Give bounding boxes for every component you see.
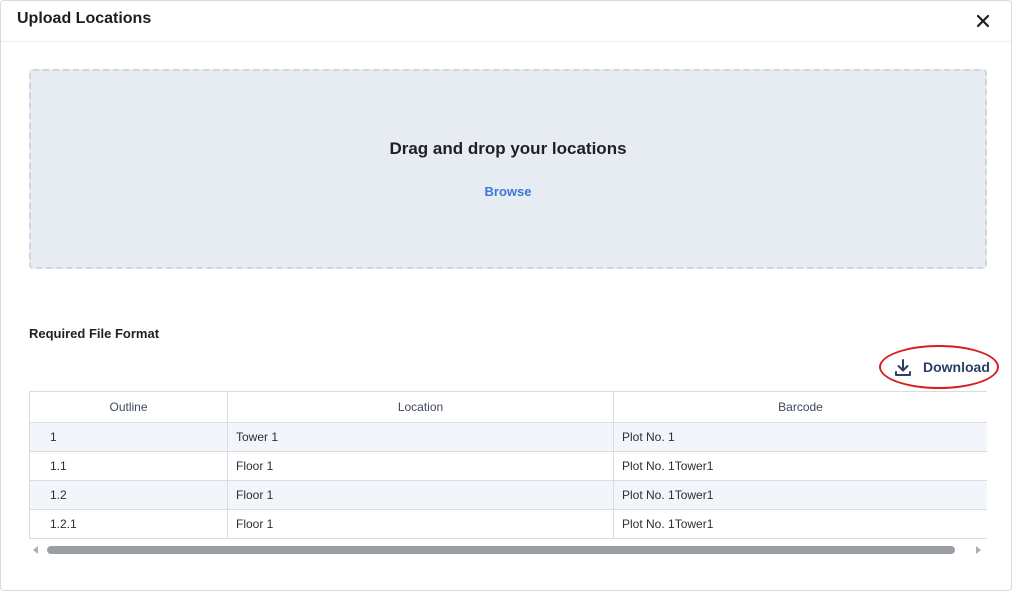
horizontal-scrollbar[interactable] [29,542,987,558]
scroll-left-arrow-icon[interactable] [33,546,38,554]
download-button[interactable]: Download [879,345,999,389]
scroll-right-arrow-icon[interactable] [976,546,981,554]
cell-outline: 1 [29,422,228,452]
cell-location: Floor 1 [227,480,614,510]
table-header-row: Outline Location Barcode [29,391,987,423]
cell-barcode: Plot No. 1Tower1 [613,451,987,481]
close-button[interactable] [971,9,995,33]
cell-outline: 1.2.1 [29,509,228,539]
format-table-container: Outline Location Barcode 1 Tower 1 Plot … [29,391,987,542]
cell-barcode: Plot No. 1 [613,422,987,452]
file-dropzone[interactable]: Drag and drop your locations Browse [29,69,987,269]
cell-location: Floor 1 [227,451,614,481]
scrollbar-thumb[interactable] [47,546,955,554]
cell-barcode: Plot No. 1Tower1 [613,509,987,539]
table-row: 1.2.1 Floor 1 Plot No. 1Tower1 [29,509,987,539]
cell-outline: 1.1 [29,451,228,481]
download-label: Download [923,359,990,375]
cell-location: Tower 1 [227,422,614,452]
required-format-label: Required File Format [29,326,160,341]
dialog-title: Upload Locations [17,10,152,27]
column-header-barcode[interactable]: Barcode [613,391,987,423]
close-icon [976,14,990,28]
dropzone-text: Drag and drop your locations [389,139,627,158]
cell-outline: 1.2 [29,480,228,510]
table-row: 1 Tower 1 Plot No. 1 [29,422,987,452]
upload-locations-dialog: Upload Locations Drag and drop your loca… [0,0,1012,591]
cell-location: Floor 1 [227,509,614,539]
column-header-outline[interactable]: Outline [29,391,228,423]
cell-barcode: Plot No. 1Tower1 [613,480,987,510]
download-icon [895,359,911,376]
format-table: Outline Location Barcode 1 Tower 1 Plot … [29,391,987,539]
table-row: 1.1 Floor 1 Plot No. 1Tower1 [29,451,987,481]
column-header-location[interactable]: Location [227,391,614,423]
dialog-header: Upload Locations [1,1,1011,42]
browse-link[interactable]: Browse [485,184,532,199]
table-row: 1.2 Floor 1 Plot No. 1Tower1 [29,480,987,510]
